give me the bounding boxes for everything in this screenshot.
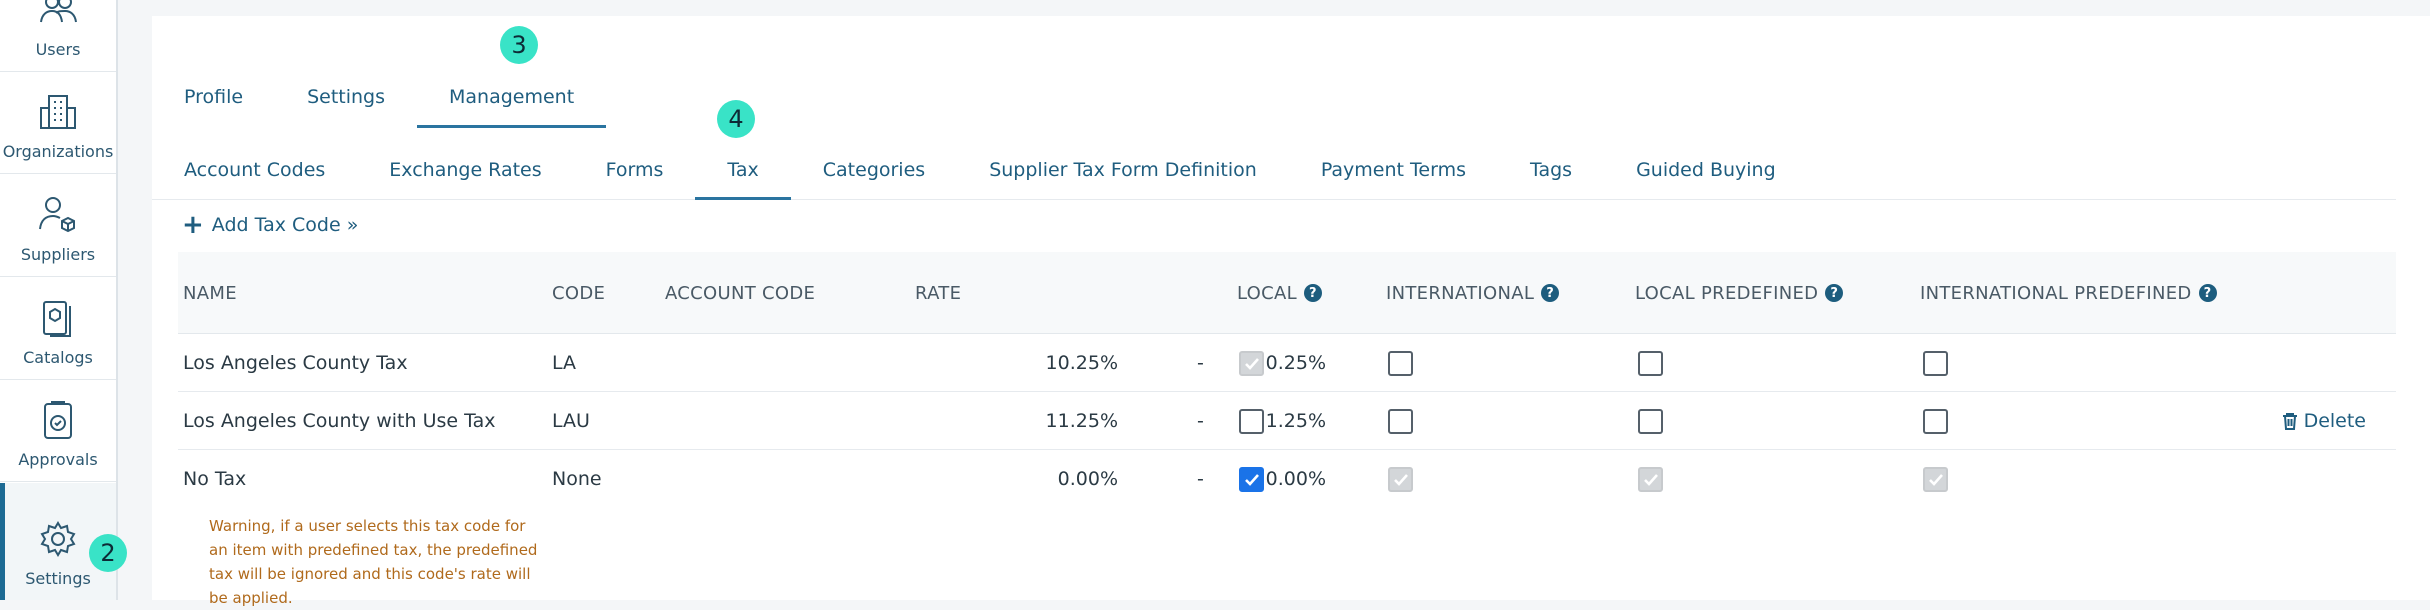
local-predefined-checkbox[interactable] [1638, 351, 1663, 376]
step-badge: 2 [89, 534, 127, 572]
help-icon[interactable]: ? [1825, 284, 1844, 302]
local-checkbox[interactable] [1239, 409, 1264, 434]
sidebar: Users Organizations Suppliers Catalogs A… [0, 0, 118, 600]
cell-code: LAU [552, 410, 590, 432]
header-rate: RATE [915, 282, 962, 304]
step-badge: 3 [500, 26, 538, 64]
trash-icon [2282, 412, 2298, 430]
cell-rate-from: 11.25% [1045, 410, 1118, 432]
tab-forms[interactable]: Forms [574, 140, 696, 200]
sidebar-item-users[interactable]: Users [0, 0, 116, 72]
add-tax-code-label: Add Tax Code » [211, 214, 359, 236]
main-tabs: Profile Settings Management [152, 66, 607, 128]
sidebar-item-catalogs[interactable]: Catalogs [0, 278, 116, 380]
catalog-icon [36, 296, 80, 340]
main-panel: Profile Settings Management Account Code… [152, 16, 2430, 607]
cell-name: Los Angeles County with Use Tax [183, 410, 496, 432]
tab-exchange-rates[interactable]: Exchange Rates [357, 140, 573, 200]
supplier-icon [36, 193, 80, 237]
header-local-label: LOCAL [1237, 282, 1297, 304]
cell-name: Los Angeles County Tax [183, 352, 408, 374]
cell-rate-from: 0.00% [1057, 468, 1118, 490]
header-international-predefined-label: INTERNATIONAL PREDEFINED [1920, 282, 2192, 304]
local-predefined-checkbox [1638, 467, 1663, 492]
header-international-label: INTERNATIONAL [1386, 282, 1535, 304]
tab-tax[interactable]: Tax [695, 140, 792, 200]
header-international: INTERNATIONAL? [1386, 252, 1560, 334]
header-code: CODE [552, 282, 606, 304]
delete-label: Delete [2303, 410, 2366, 432]
building-icon [36, 90, 80, 134]
tab-guided-buying[interactable]: Guided Buying [1604, 140, 1808, 200]
tab-management[interactable]: Management [417, 66, 607, 128]
international-predefined-checkbox[interactable] [1923, 351, 1948, 376]
international-checkbox [1388, 467, 1413, 492]
help-icon[interactable]: ? [1303, 284, 1322, 302]
sidebar-item-organizations[interactable]: Organizations [0, 72, 116, 174]
sidebar-item-approvals[interactable]: Approvals [0, 380, 116, 482]
sidebar-item-label: Approvals [18, 450, 98, 469]
tab-supplier-tax-form-definition[interactable]: Supplier Tax Form Definition [957, 140, 1289, 200]
local-predefined-checkbox[interactable] [1638, 409, 1663, 434]
sidebar-item-label: Settings [25, 569, 91, 588]
local-checkbox [1239, 351, 1264, 376]
help-icon[interactable]: ? [1541, 284, 1560, 302]
local-checkbox[interactable] [1239, 467, 1264, 492]
approval-icon [36, 398, 80, 442]
tax-codes-table: NAME CODE ACCOUNT CODE RATE LOCAL? INTER… [178, 252, 2396, 610]
sub-tabs: Account Codes Exchange Rates Forms Tax C… [152, 140, 2396, 200]
cell-rate-from: 10.25% [1045, 352, 1118, 374]
international-checkbox[interactable] [1388, 351, 1413, 376]
gear-icon [36, 517, 80, 561]
sidebar-item-suppliers[interactable]: Suppliers [0, 175, 116, 277]
table-row: No Tax None 0.00% - 0.00% Warning, if a … [178, 450, 2396, 610]
tab-account-codes[interactable]: Account Codes [152, 140, 357, 200]
tab-settings[interactable]: Settings [275, 66, 417, 128]
step-badge: 4 [717, 100, 755, 138]
sidebar-item-label: Users [35, 40, 81, 59]
delete-button[interactable]: Delete [2282, 392, 2366, 450]
header-local-predefined-label: LOCAL PREDEFINED [1635, 282, 1819, 304]
sidebar-item-label: Organizations [2, 142, 114, 161]
international-predefined-checkbox[interactable] [1923, 409, 1948, 434]
cell-code: LA [552, 352, 577, 374]
tab-tags[interactable]: Tags [1498, 140, 1604, 200]
header-name: NAME [183, 282, 237, 304]
header-local: LOCAL? [1237, 252, 1322, 334]
cell-code: None [552, 468, 602, 490]
tab-profile[interactable]: Profile [152, 66, 275, 128]
international-predefined-checkbox [1923, 467, 1948, 492]
add-tax-code-link[interactable]: + Add Tax Code » [182, 212, 358, 238]
international-checkbox[interactable] [1388, 409, 1413, 434]
tab-payment-terms[interactable]: Payment Terms [1289, 140, 1498, 200]
users-icon [36, 0, 80, 32]
tab-categories[interactable]: Categories [791, 140, 957, 200]
header-local-predefined: LOCAL PREDEFINED? [1635, 252, 1844, 334]
sidebar-item-label: Catalogs [23, 348, 93, 367]
header-international-predefined: INTERNATIONAL PREDEFINED? [1920, 252, 2217, 334]
cell-name: No Tax [183, 468, 247, 490]
table-header: NAME CODE ACCOUNT CODE RATE LOCAL? INTER… [178, 252, 2396, 334]
plus-icon: + [182, 210, 204, 240]
sidebar-item-label: Suppliers [20, 245, 96, 264]
warning-text: Warning, if a user selects this tax code… [209, 517, 538, 607]
header-account-code: ACCOUNT CODE [665, 282, 816, 304]
table-row: Los Angeles County Tax LA 10.25% - 10.25… [178, 334, 2396, 392]
help-icon[interactable]: ? [2198, 284, 2217, 302]
table-row: Los Angeles County with Use Tax LAU 11.2… [178, 392, 2396, 450]
